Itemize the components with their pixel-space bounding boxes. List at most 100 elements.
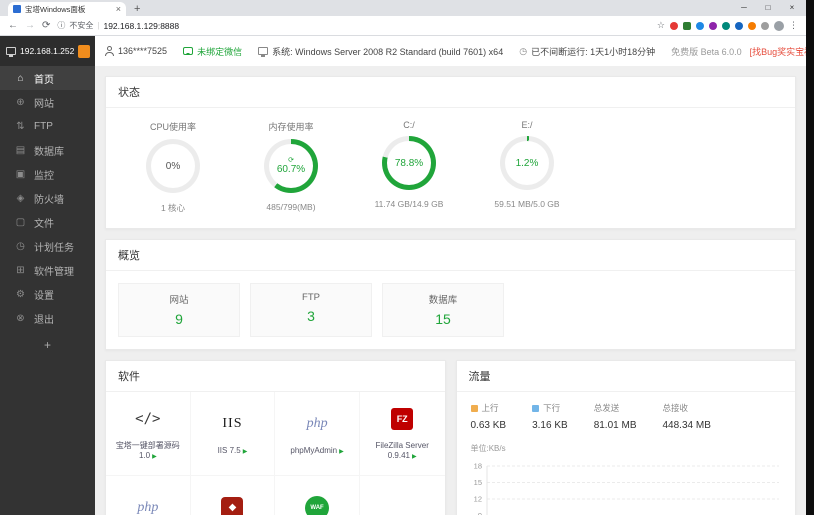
- chart-unit-label: 单位:KB/s: [470, 444, 506, 453]
- url-field[interactable]: ⓘ 不安全 | 192.168.1.129:8888: [57, 20, 650, 31]
- iis-icon: IIS: [222, 415, 243, 431]
- bookmark-star-icon[interactable]: ☆: [657, 20, 665, 31]
- extension-icon-teal[interactable]: [722, 21, 730, 30]
- release-memory-icon[interactable]: ⟳: [288, 157, 294, 164]
- up-color-swatch: [470, 404, 478, 412]
- sidebar-item-logout[interactable]: ⊗ 退出: [0, 306, 95, 330]
- window-maximize-button[interactable]: □: [756, 0, 780, 16]
- running-status-icon: ▶: [242, 448, 248, 455]
- software-name: phpMyAdmin: [290, 445, 338, 455]
- main-area: 136****7525 未绑定微信 系统: Windows Server 200…: [95, 36, 806, 515]
- software-name: 宝塔一键部署源码 1.0: [115, 440, 180, 460]
- sidebar-item-files[interactable]: ▢ 文件: [0, 210, 95, 234]
- software-item-iis[interactable]: IIS IIS 7.5 ▶: [190, 392, 276, 476]
- legend-value: 81.01 MB: [593, 420, 637, 431]
- tab-favicon-icon: [13, 5, 21, 13]
- gauge-value: 78.8%: [394, 157, 424, 169]
- sidebar-item-monitor[interactable]: ▣ 监控: [0, 162, 95, 186]
- status-card: 状态 CPU使用率 0% 1 核心 内存使用率 ⟳ 60.7% 485/799(…: [105, 76, 796, 229]
- server-monitor-icon: [6, 47, 16, 57]
- shield-icon: ◈: [16, 192, 25, 204]
- software-item-waf[interactable]: WAF 宝塔IIS防火墙 1.0▶: [275, 476, 360, 515]
- extension-icon-green[interactable]: [683, 21, 691, 30]
- grid-icon: ⊞: [16, 264, 25, 276]
- bottom-row: 软件 </> 宝塔一键部署源码 1.0 ▶ IIS IIS 7.5 ▶ php …: [105, 360, 796, 515]
- extension-icon-orange-q[interactable]: [748, 21, 756, 30]
- extension-icon-purple[interactable]: [709, 21, 717, 30]
- globe-icon: ⊕: [16, 96, 25, 108]
- bug-bounty-link[interactable]: [找Bug奖实宝福币]: [750, 45, 806, 58]
- account-label: 136****7525: [118, 46, 168, 56]
- profile-avatar-icon[interactable]: [774, 20, 784, 31]
- gauge-label: 内存使用率: [268, 122, 314, 132]
- gauge-value: 0%: [165, 160, 181, 172]
- overview-boxes: 网站 9 FTP 3 数据库 15: [106, 271, 795, 349]
- menu-kebab-icon[interactable]: ⋮: [789, 20, 798, 31]
- security-label: 不安全: [69, 21, 94, 30]
- legend-label: 上行: [481, 403, 499, 413]
- legend-label: 总接收: [662, 403, 689, 413]
- uptime-icon: ◷: [519, 45, 528, 56]
- sidebar-item-website[interactable]: ⊕ 网站: [0, 90, 95, 114]
- browser-tab[interactable]: 宝塔Windows面板 ×: [8, 2, 126, 16]
- window-close-button[interactable]: ×: [780, 0, 804, 16]
- legend-value: 448.34 MB: [662, 420, 711, 431]
- running-status-icon: ▶: [152, 453, 157, 460]
- legend-up: 上行 0.63 KB: [470, 402, 506, 431]
- sidebar-item-label: 监控: [34, 170, 54, 182]
- account-info[interactable]: 136****7525: [105, 46, 167, 56]
- extension-icon-funnel[interactable]: [735, 21, 743, 30]
- svg-text:9: 9: [477, 511, 481, 515]
- software-item-php52[interactable]: php PHP-5.2▶: [106, 476, 191, 515]
- back-icon[interactable]: ←: [8, 20, 18, 31]
- software-card: 软件 </> 宝塔一键部署源码 1.0 ▶ IIS IIS 7.5 ▶ php …: [105, 360, 446, 515]
- system-label: 系统: Windows Server 2008 R2 Standard (bui…: [272, 46, 504, 57]
- sidebar: 192.168.1.252 ⌂ 首页 ⊕ 网站 ⇅ FTP ▤ 数据库 ▣ 监控…: [0, 36, 95, 515]
- traffic-legend: 上行 0.63 KB 下行 3.16 KB 总发送 81.01 MB 总接收 4…: [457, 392, 796, 431]
- sidebar-item-home[interactable]: ⌂ 首页: [0, 66, 95, 90]
- overview-ftp-box[interactable]: FTP 3: [250, 283, 372, 337]
- overview-count: 3: [307, 308, 315, 324]
- reload-icon[interactable]: ⟳: [42, 20, 50, 31]
- sidebar-item-cron[interactable]: ◷ 计划任务: [0, 234, 95, 258]
- legend-label: 下行: [543, 403, 561, 413]
- wechat-label: 未绑定微信: [197, 46, 243, 57]
- uptime-info: ◷ 已不间断运行: 1天1小时18分钟: [519, 45, 655, 58]
- sidebar-item-label: 网站: [34, 98, 54, 110]
- window-minimize-button[interactable]: ─: [732, 0, 756, 16]
- url-text: 192.168.1.129:8888: [103, 20, 180, 31]
- status-card-title: 状态: [106, 77, 795, 108]
- wechat-bind-link[interactable]: 未绑定微信: [183, 45, 242, 58]
- sidebar-item-database[interactable]: ▤ 数据库: [0, 138, 95, 162]
- sidebar-item-ftp[interactable]: ⇅ FTP: [0, 114, 95, 138]
- sidebar-item-label: FTP: [34, 120, 53, 132]
- sidebar-add-button[interactable]: +: [0, 338, 95, 352]
- desktop-background-strip: [806, 0, 814, 515]
- software-item-phpmyadmin[interactable]: php phpMyAdmin ▶: [275, 392, 360, 476]
- sidebar-item-firewall[interactable]: ◈ 防火墙: [0, 186, 95, 210]
- software-item-deploy[interactable]: </> 宝塔一键部署源码 1.0 ▶: [106, 392, 191, 476]
- overview-count: 15: [435, 311, 451, 327]
- sidebar-item-software[interactable]: ⊞ 软件管理: [0, 258, 95, 282]
- forward-icon[interactable]: →: [25, 20, 35, 31]
- software-item-redis[interactable]: ◆ redis 1.0▶: [191, 476, 276, 515]
- gauge-cpu: CPU使用率 0% 1 核心: [114, 120, 232, 214]
- panel-logo-badge: [78, 44, 91, 58]
- new-tab-button[interactable]: +: [134, 2, 140, 16]
- overview-database-box[interactable]: 数据库 15: [382, 283, 504, 337]
- overview-website-box[interactable]: 网站 9: [118, 283, 240, 337]
- software-item-filezilla[interactable]: FZ FileZilla Server 0.9.41 ▶: [359, 392, 445, 476]
- file-icon: ▢: [15, 216, 26, 228]
- site-info-icon[interactable]: ⓘ: [57, 20, 65, 31]
- sidebar-item-label: 退出: [34, 314, 54, 326]
- gauge-label: E:/: [521, 120, 533, 130]
- down-color-swatch: [532, 404, 540, 412]
- software-card-title: 软件: [106, 361, 445, 392]
- extension-icon-gray[interactable]: [761, 21, 769, 30]
- tab-close-icon[interactable]: ×: [116, 4, 121, 14]
- extension-icon-red[interactable]: [670, 21, 678, 30]
- sidebar-item-settings[interactable]: ⚙ 设置: [0, 282, 95, 306]
- gear-icon: ⚙: [16, 288, 25, 300]
- gauge-memory: 内存使用率 ⟳ 60.7% 485/799(MB): [232, 120, 350, 214]
- extension-icon-blue[interactable]: [696, 21, 704, 30]
